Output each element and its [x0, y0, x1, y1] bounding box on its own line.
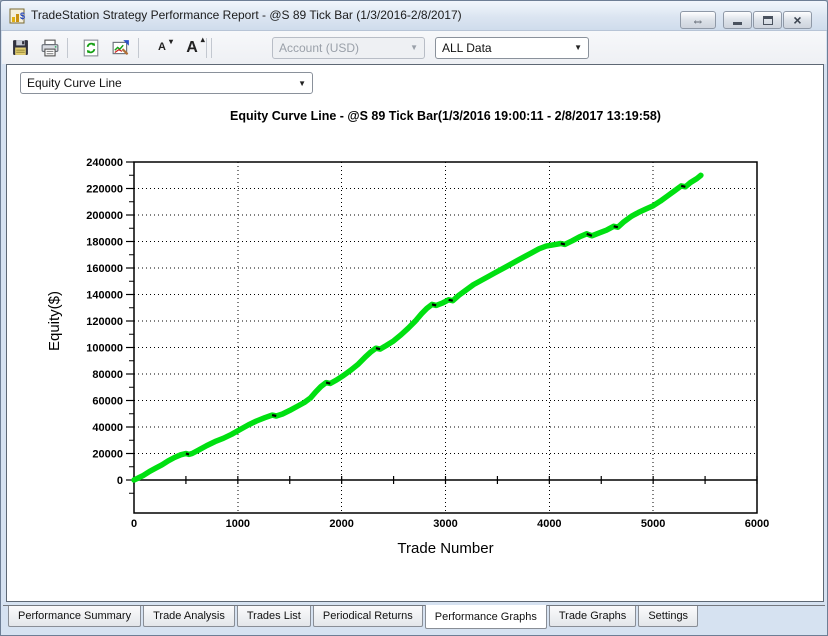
maximize-icon	[763, 16, 773, 25]
y-tick-label: 0	[117, 475, 123, 487]
tab-trades-list[interactable]: Trades List	[237, 606, 311, 627]
x-tick-label: 2000	[329, 518, 353, 530]
decrease-font-icon: A▾	[158, 42, 166, 53]
detach-icon: ⇔	[692, 14, 705, 27]
account-dropdown-value: Account (USD)	[279, 41, 359, 55]
detach-window-button[interactable]: ⇔	[680, 11, 716, 29]
drawdown-segment	[449, 300, 453, 301]
drawdown-segment	[272, 415, 276, 416]
drawdown-segment	[186, 454, 189, 455]
drawdown-segment	[326, 383, 330, 384]
y-tick-label: 140000	[86, 290, 123, 302]
save-icon	[12, 39, 29, 56]
data-range-dropdown[interactable]: ALL Data ▼	[435, 37, 589, 59]
account-dropdown: Account (USD) ▼	[272, 37, 425, 59]
toolbar: A▾ A▴ Account (USD) ▼ ALL Data ▼	[2, 31, 826, 64]
toolbar-separator	[138, 38, 139, 58]
drawdown-segment	[614, 226, 618, 227]
x-axis-title: Trade Number	[397, 540, 493, 557]
y-tick-label: 200000	[86, 210, 123, 222]
maximize-button[interactable]	[753, 11, 782, 29]
data-range-dropdown-value: ALL Data	[442, 41, 492, 55]
y-tick-label: 240000	[86, 157, 123, 169]
close-icon: ×	[793, 13, 801, 27]
chevron-down-icon: ▼	[574, 43, 582, 52]
close-button[interactable]: ×	[783, 11, 812, 29]
tab-bar: Performance Summary Trade Analysis Trade…	[3, 605, 825, 632]
window-title: TradeStation Strategy Performance Report…	[31, 8, 462, 22]
toolbar-separator	[211, 38, 212, 58]
y-tick-label: 160000	[86, 263, 123, 275]
toolbar-separator	[67, 38, 68, 58]
tab-trade-graphs[interactable]: Trade Graphs	[549, 606, 636, 627]
app-icon: $	[9, 8, 25, 24]
report-content: Equity Curve Line ▼ Equity Curve Line - …	[6, 64, 824, 602]
x-tick-label: 5000	[641, 518, 665, 530]
x-tick-label: 0	[131, 518, 137, 530]
drawdown-segment	[376, 348, 380, 349]
y-tick-label: 20000	[92, 449, 123, 461]
print-icon	[41, 39, 59, 57]
title-bar: $ TradeStation Strategy Performance Repo…	[1, 1, 827, 31]
chart-title: Equity Curve Line - @S 89 Tick Bar(1/3/2…	[134, 109, 757, 123]
format-properties-button[interactable]	[109, 36, 133, 60]
chevron-down-icon: ▼	[410, 43, 418, 52]
increase-font-icon: A▴	[186, 40, 198, 56]
refresh-icon	[82, 39, 100, 57]
y-axis-title: Equity($)	[46, 291, 63, 351]
minimize-button[interactable]	[723, 11, 752, 29]
report-type-dropdown[interactable]: Equity Curve Line ▼	[20, 72, 313, 94]
refresh-button[interactable]	[79, 36, 103, 60]
y-tick-label: 100000	[86, 343, 123, 355]
tab-trade-analysis[interactable]: Trade Analysis	[143, 606, 235, 627]
tab-settings[interactable]: Settings	[638, 606, 698, 627]
format-properties-icon	[112, 39, 130, 57]
equity-curve	[134, 175, 701, 480]
equity-curve-chart: 0200004000060000800001000001200001400001…	[7, 123, 825, 593]
report-type-dropdown-value: Equity Curve Line	[27, 76, 122, 90]
tab-periodical-returns[interactable]: Periodical Returns	[313, 606, 423, 627]
drawdown-segment	[432, 304, 436, 305]
y-tick-label: 80000	[92, 369, 123, 381]
y-tick-label: 120000	[86, 316, 123, 328]
y-tick-label: 180000	[86, 237, 123, 249]
x-tick-label: 4000	[537, 518, 561, 530]
x-tick-label: 3000	[433, 518, 457, 530]
decrease-font-button[interactable]: A▾	[150, 36, 174, 60]
increase-font-button[interactable]: A▴	[180, 36, 204, 60]
x-tick-label: 1000	[226, 518, 250, 530]
save-button[interactable]	[8, 36, 32, 60]
tab-performance-graphs[interactable]: Performance Graphs	[425, 605, 547, 629]
drawdown-segment	[561, 243, 565, 244]
tab-performance-summary[interactable]: Performance Summary	[8, 606, 141, 627]
y-tick-label: 40000	[92, 422, 123, 434]
drawdown-segment	[681, 186, 685, 187]
tradestation-report-window: $ TradeStation Strategy Performance Repo…	[0, 0, 828, 636]
svg-text:$: $	[20, 11, 25, 21]
chevron-down-icon: ▼	[298, 79, 306, 88]
y-tick-label: 60000	[92, 396, 123, 408]
print-button[interactable]	[38, 36, 62, 60]
toolbar-separator	[206, 38, 207, 58]
x-tick-label: 6000	[745, 518, 769, 530]
minimize-icon	[733, 22, 742, 25]
y-tick-label: 220000	[86, 184, 123, 196]
